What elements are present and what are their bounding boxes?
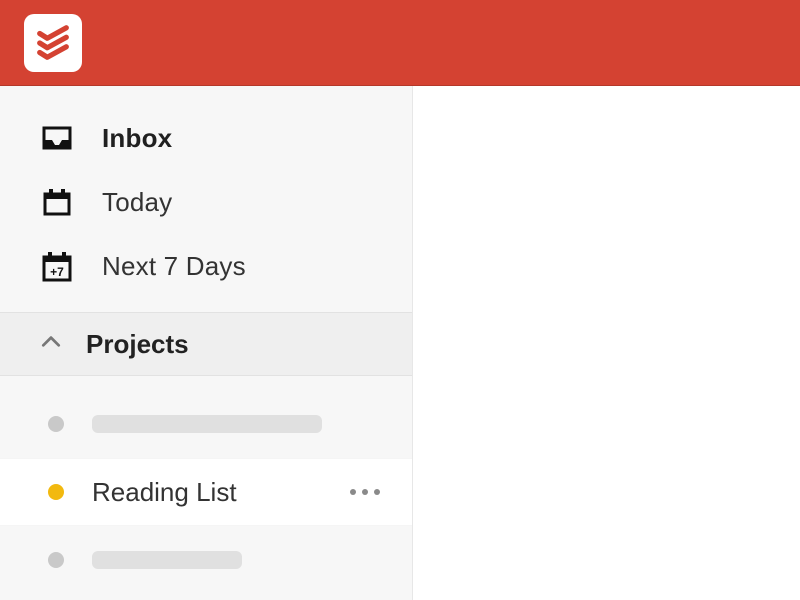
project-color-dot [48,552,64,568]
sidebar-item-next7[interactable]: +7 Next 7 Days [0,234,412,298]
more-icon[interactable] [350,489,384,495]
sidebar-item-today[interactable]: Today [0,170,412,234]
project-color-dot [48,484,64,500]
chevron-up-icon [40,331,62,358]
app-logo[interactable] [24,14,82,72]
project-name-placeholder [92,415,322,433]
calendar-icon [40,186,74,218]
app-header [0,0,800,86]
project-name-placeholder [92,551,242,569]
sidebar-item-label: Inbox [102,123,172,154]
main-content [413,86,800,600]
inbox-icon [40,122,74,154]
projects-section-header[interactable]: Projects [0,312,412,376]
sidebar: Inbox Today +7 [0,86,413,600]
svg-text:+7: +7 [50,265,64,279]
project-color-dot [48,416,64,432]
sidebar-item-label: Today [102,187,172,218]
project-row-reading-list[interactable]: Reading List [0,458,412,526]
todoist-logo-icon [34,24,72,62]
project-row[interactable] [0,526,412,594]
next7-icon: +7 [40,249,74,283]
sidebar-item-inbox[interactable]: Inbox [0,106,412,170]
project-row[interactable] [0,390,412,458]
projects-section-label: Projects [86,329,189,360]
sidebar-item-label: Next 7 Days [102,251,246,282]
project-name: Reading List [92,477,237,508]
